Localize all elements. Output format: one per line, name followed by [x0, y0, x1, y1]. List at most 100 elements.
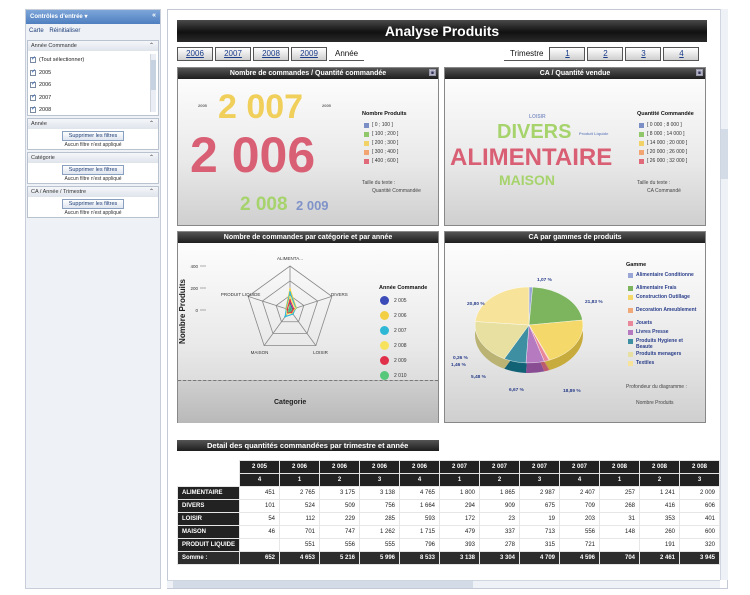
column-header-quarter: 4 — [399, 473, 441, 487]
table-cell: 1 715 — [399, 525, 441, 539]
checkbox[interactable] — [30, 105, 36, 114]
clear-filters-button[interactable]: Supprimer les filtres — [61, 165, 125, 175]
table-cell: 556 — [319, 538, 361, 552]
radar-point[interactable] — [289, 291, 291, 294]
legend-label: 2 005 — [394, 297, 407, 304]
legend-item: [ 300 ; 400 ] — [364, 149, 398, 155]
table-cell: 756 — [359, 499, 401, 513]
tab-year[interactable]: 2007 — [215, 47, 251, 61]
word-2006[interactable]: 2 006 — [190, 126, 315, 184]
legend-label: [ 400 ; 600 ] — [372, 158, 399, 164]
pie-slice[interactable] — [528, 286, 583, 326]
radar-point[interactable] — [289, 309, 292, 312]
word-alimentaire[interactable]: ALIMENTAIRE — [450, 144, 612, 172]
filter-annee-commande-title[interactable]: Année Commande ⌃ — [28, 41, 158, 51]
export-icon[interactable]: ▣ — [696, 69, 703, 76]
radar-point[interactable] — [292, 307, 295, 310]
collapse-up-icon[interactable]: ⌃ — [149, 42, 154, 49]
filter-ca-annee-trimestre: CA / Année / Trimestre ⌃ Supprimer les f… — [27, 186, 159, 218]
pie-chart[interactable]: 1,07 % 21,83 % 20,80 % 0,26 %1,46 % 5,48 % 6,… — [445, 243, 625, 413]
reset-link[interactable]: Réinitialiser — [49, 28, 80, 34]
year-option[interactable]: (Tout sélectionner) — [30, 54, 156, 67]
table-cell: 1 865 — [479, 486, 521, 500]
checkbox[interactable] — [30, 80, 36, 89]
panel-radar: Nombre de commandes par catégorie et par… — [177, 231, 439, 423]
checkbox[interactable] — [30, 93, 36, 101]
table-cell: 555 — [359, 538, 401, 552]
y-axis-label: Nombre Produits — [177, 279, 187, 344]
legend-label: [ 200 ; 300 ] — [372, 140, 399, 146]
radar-point[interactable] — [289, 295, 291, 298]
collapse-icon[interactable]: « — [152, 12, 156, 19]
legend-label: Livres Presse — [636, 329, 669, 335]
scroll-thumb[interactable] — [173, 581, 473, 588]
year-list-scrollbar[interactable] — [150, 54, 156, 112]
tab-quarter[interactable]: 2 — [587, 47, 624, 61]
legend-swatch — [639, 158, 644, 164]
table-row: 412341234123 — [177, 473, 721, 487]
clear-filters-button[interactable]: Supprimer les filtres — [61, 199, 125, 209]
filter-ca-title[interactable]: CA / Année / Trimestre ⌃ — [28, 187, 158, 197]
year-option[interactable]: 2007 — [30, 92, 156, 105]
year-option[interactable]: 2008 — [30, 104, 156, 117]
tab-quarter[interactable]: 4 — [663, 47, 700, 61]
legend-dot — [380, 296, 389, 305]
legend-label: [ 8 000 ; 14 000 ] — [647, 131, 685, 137]
input-controls-panel: Contrôles d'entrée ▾ « Carte Réinitialis… — [25, 9, 161, 589]
word-loisir[interactable]: LOISIR — [529, 114, 546, 120]
table-cell: 2 009 — [679, 486, 721, 500]
table-cell: 909 — [479, 499, 521, 513]
word-2009[interactable]: 2 009 — [296, 198, 329, 213]
table-cell: 393 — [439, 538, 481, 552]
y-tick-label: 0 — [195, 308, 198, 313]
word-2007[interactable]: 2 007 — [218, 88, 303, 127]
detail-table: 2 005 2 006 2 006 2 006 2 006 2 007 2 007 2 007… — [176, 460, 721, 565]
collapse-up-icon[interactable]: ⌃ — [149, 188, 154, 195]
word-maison[interactable]: MAISON — [499, 172, 555, 188]
radar-point[interactable] — [289, 299, 291, 301]
radar-point[interactable] — [288, 308, 290, 311]
year-option[interactable]: 2006 — [30, 79, 156, 92]
checkbox[interactable] — [30, 68, 36, 76]
tab-quarter[interactable]: 1 — [549, 47, 586, 61]
tab-year[interactable]: 2008 — [253, 47, 289, 61]
legend-item: [ 8 000 ; 14 000 ] — [639, 131, 685, 137]
tab-year[interactable]: 2009 — [291, 47, 327, 61]
legend-label: [ 0 ; 100 ] — [372, 122, 393, 128]
checkbox[interactable] — [30, 55, 36, 64]
depth-value: Nombre Produits — [636, 400, 674, 406]
map-link[interactable]: Carte — [29, 28, 44, 34]
radar-point[interactable] — [287, 310, 290, 313]
clear-filters-button[interactable]: Supprimer les filtres — [61, 131, 125, 141]
table-cell: 524 — [279, 499, 321, 513]
input-controls-header[interactable]: Contrôles d'entrée ▾ « — [26, 10, 160, 24]
pie-data-label: 21,83 % — [585, 299, 603, 305]
radar-point[interactable] — [294, 307, 297, 310]
table-cell: 3 304 — [479, 551, 521, 565]
main-horizontal-scrollbar[interactable] — [167, 580, 720, 588]
radar-point[interactable] — [286, 308, 289, 311]
filter-categorie-title[interactable]: Catégorie ⌃ — [28, 153, 158, 163]
year-option-label: 2005 — [39, 69, 52, 76]
word-produit-liquide[interactable]: Produit Liquide — [579, 131, 608, 136]
radar-point[interactable] — [284, 315, 287, 318]
collapse-up-icon[interactable]: ⌃ — [149, 120, 154, 127]
scroll-thumb[interactable] — [721, 129, 728, 179]
word-divers[interactable]: DIVERS — [497, 121, 571, 144]
legend-label: 2 009 — [394, 357, 407, 364]
row-header: LOISIR — [176, 512, 241, 526]
word-2008[interactable]: 2 008 — [240, 194, 288, 216]
column-header-year: 2 006 — [279, 460, 321, 474]
tab-year[interactable]: 2006 — [177, 47, 213, 61]
main-vertical-scrollbar[interactable] — [720, 9, 728, 580]
tab-quarter[interactable]: 3 — [625, 47, 662, 61]
radar-point[interactable] — [289, 288, 291, 290]
export-icon[interactable]: ▣ — [429, 69, 436, 76]
year-option[interactable]: 2005 — [30, 67, 156, 80]
radar-point[interactable] — [289, 304, 291, 307]
table-cell — [599, 538, 641, 552]
scroll-thumb[interactable] — [151, 60, 156, 90]
legend-swatch — [628, 273, 633, 278]
filter-annee-title[interactable]: Année ⌃ — [28, 119, 158, 129]
collapse-up-icon[interactable]: ⌃ — [149, 154, 154, 161]
